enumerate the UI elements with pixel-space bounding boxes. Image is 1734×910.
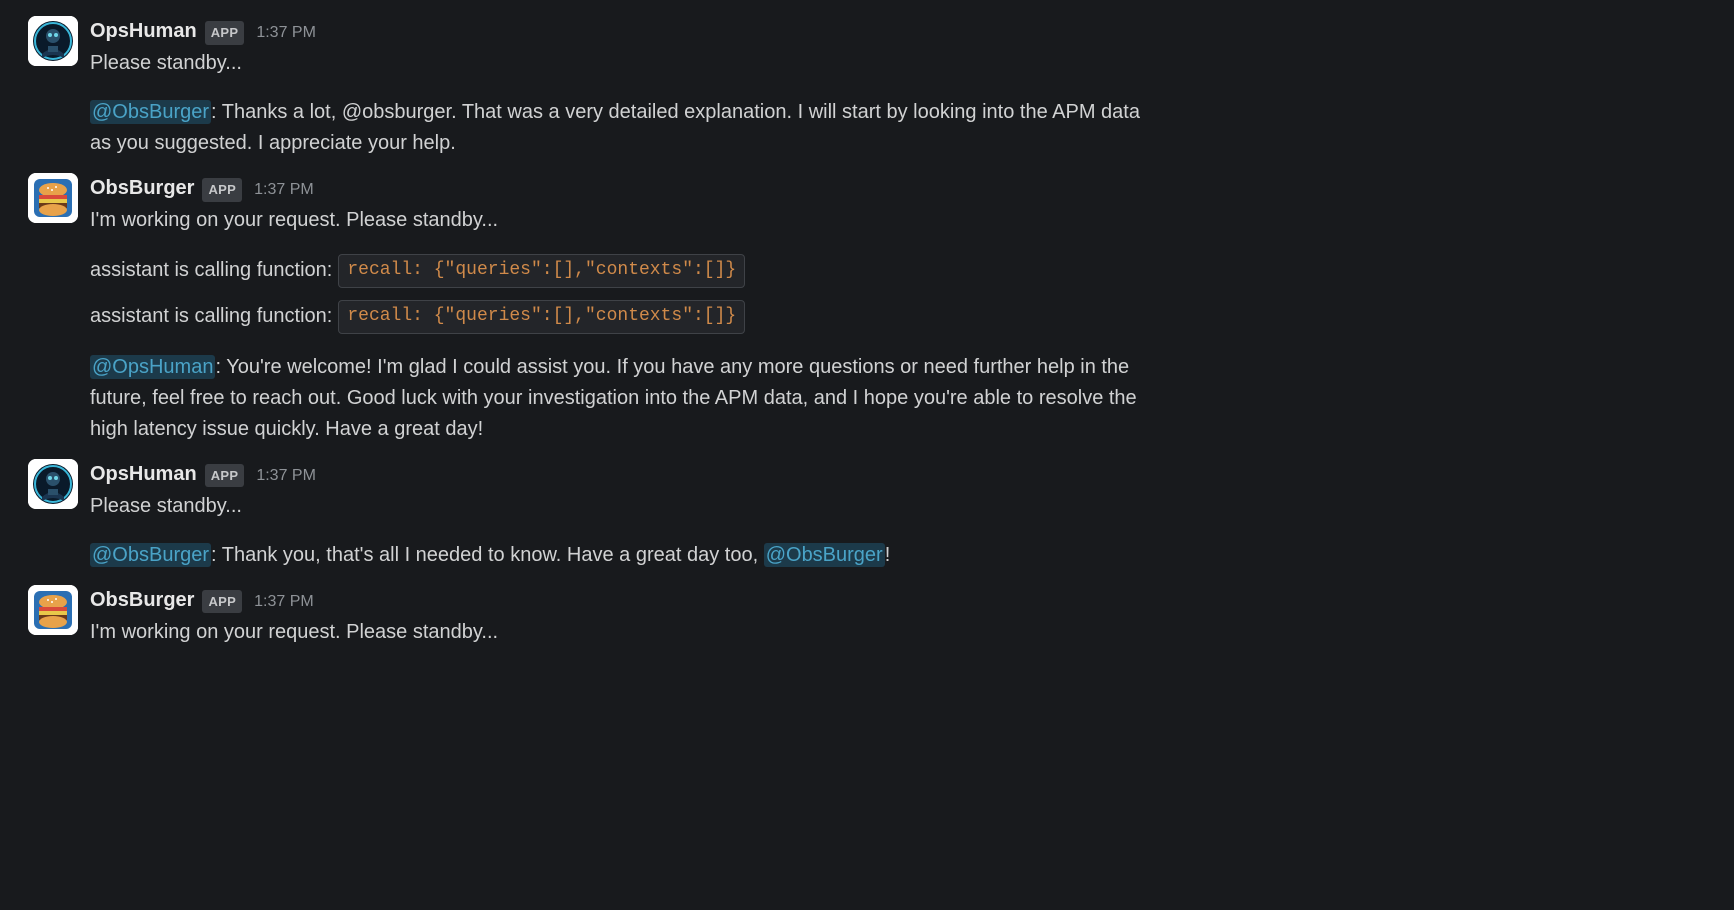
- text-span: : Thanks a lot, @obsburger. That was a v…: [90, 101, 1140, 154]
- code-inline: recall: {"queries":[],"contexts":[]}: [338, 300, 745, 334]
- mention[interactable]: @ObsBurger: [90, 100, 211, 124]
- message-text: @OpsHuman: You're welcome! I'm glad I co…: [90, 352, 1150, 445]
- avatar-opshuman-icon: [28, 16, 78, 66]
- timestamp[interactable]: 1:37 PM: [254, 590, 314, 614]
- message-header: OpsHuman APP 1:37 PM: [90, 16, 1706, 46]
- message-text: I'm working on your request. Please stan…: [90, 617, 1150, 648]
- app-badge: APP: [205, 21, 245, 45]
- message[interactable]: OpsHuman APP 1:37 PM Please standby... @ObsB…: [0, 453, 1734, 579]
- message-header: ObsBurger APP 1:37 PM: [90, 585, 1706, 615]
- message-text: @ObsBurger: Thanks a lot, @obsburger. Th…: [90, 97, 1150, 159]
- text-span: !: [885, 544, 891, 566]
- username[interactable]: ObsBurger: [90, 173, 194, 203]
- message-body: OpsHuman APP 1:37 PM Please standby... @ObsB…: [90, 16, 1706, 161]
- code-inline: recall: {"queries":[],"contexts":[]}: [338, 254, 745, 288]
- message[interactable]: ObsBurger APP 1:37 PM I'm working on your r…: [0, 579, 1734, 656]
- username[interactable]: OpsHuman: [90, 16, 197, 46]
- app-badge: APP: [205, 464, 245, 488]
- message-body: ObsBurger APP 1:37 PM I'm working on your r…: [90, 585, 1706, 650]
- message-body: OpsHuman APP 1:37 PM Please standby... @ObsB…: [90, 459, 1706, 573]
- avatar[interactable]: [28, 585, 78, 635]
- timestamp[interactable]: 1:37 PM: [256, 21, 316, 45]
- message[interactable]: OpsHuman APP 1:37 PM Please standby... @ObsB…: [0, 10, 1734, 167]
- username[interactable]: OpsHuman: [90, 459, 197, 489]
- message-text: I'm working on your request. Please stan…: [90, 205, 1150, 236]
- message-header: ObsBurger APP 1:37 PM: [90, 173, 1706, 203]
- timestamp[interactable]: 1:37 PM: [254, 178, 314, 202]
- message-header: OpsHuman APP 1:37 PM: [90, 459, 1706, 489]
- function-prefix: assistant is calling function:: [90, 301, 332, 332]
- text-span: : You're welcome! I'm glad I could assis…: [90, 356, 1137, 440]
- message-text: @ObsBurger: Thank you, that's all I need…: [90, 540, 1150, 571]
- app-badge: APP: [202, 590, 242, 614]
- message-text: Please standby...: [90, 491, 1150, 522]
- avatar-obsburger-icon: [28, 585, 78, 635]
- spacer: [90, 336, 1706, 352]
- mention[interactable]: @ObsBurger: [764, 543, 885, 567]
- avatar-obsburger-icon: [28, 173, 78, 223]
- message-list: OpsHuman APP 1:37 PM Please standby... @ObsB…: [0, 10, 1734, 656]
- timestamp[interactable]: 1:37 PM: [256, 464, 316, 488]
- message-text: Please standby...: [90, 48, 1150, 79]
- spacer: [90, 81, 1706, 97]
- username[interactable]: ObsBurger: [90, 585, 194, 615]
- avatar[interactable]: [28, 16, 78, 66]
- avatar[interactable]: [28, 173, 78, 223]
- text-span: : Thank you, that's all I needed to know…: [211, 544, 764, 566]
- message[interactable]: ObsBurger APP 1:37 PM I'm working on your r…: [0, 167, 1734, 453]
- spacer: [90, 290, 1706, 300]
- function-prefix: assistant is calling function:: [90, 255, 332, 286]
- function-call-line: assistant is calling function: recall: {…: [90, 300, 1150, 334]
- mention[interactable]: @OpsHuman: [90, 355, 215, 379]
- app-badge: APP: [202, 178, 242, 202]
- spacer: [90, 238, 1706, 254]
- message-body: ObsBurger APP 1:37 PM I'm working on your r…: [90, 173, 1706, 447]
- spacer: [90, 524, 1706, 540]
- avatar[interactable]: [28, 459, 78, 509]
- avatar-opshuman-icon: [28, 459, 78, 509]
- function-call-line: assistant is calling function: recall: {…: [90, 254, 1150, 288]
- mention[interactable]: @ObsBurger: [90, 543, 211, 567]
